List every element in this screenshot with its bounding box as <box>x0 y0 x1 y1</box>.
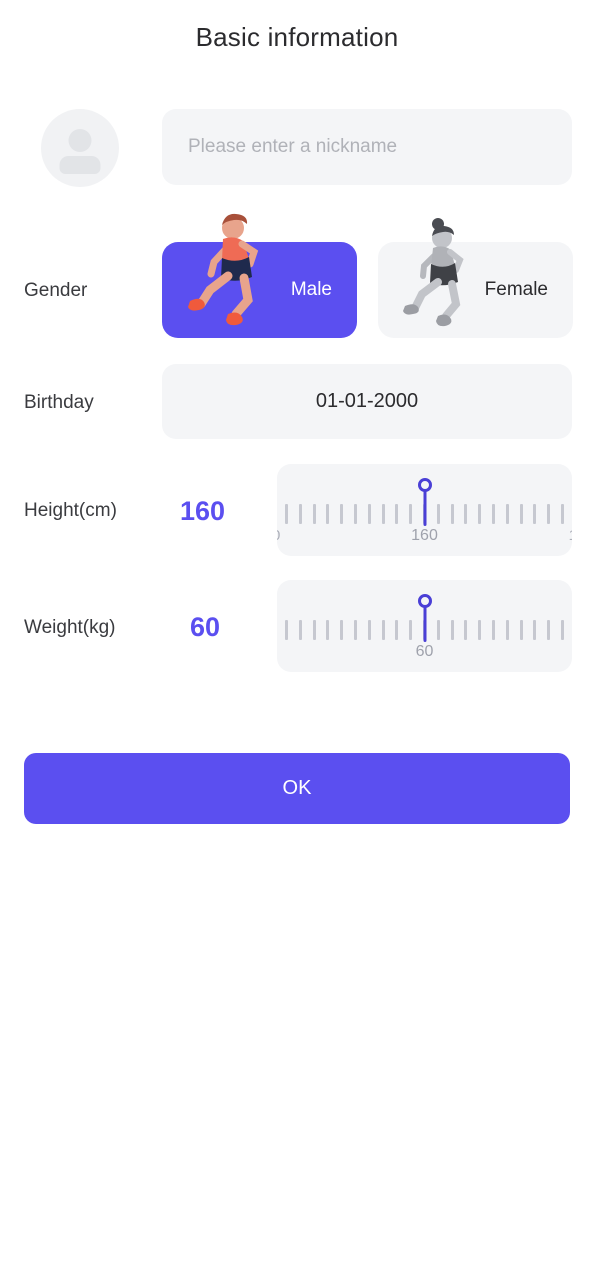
basic-information-screen: Basic information Gender <box>0 0 594 1280</box>
height-label: Height(cm) <box>24 500 117 521</box>
person-avatar-icon-body <box>59 156 101 174</box>
avatar[interactable] <box>41 109 119 187</box>
weight-ruler[interactable]: ) 60 <box>277 580 572 672</box>
weight-label: Weight(kg) <box>24 617 116 638</box>
weight-ruler-center-label: 60 <box>415 643 434 660</box>
height-ruler[interactable]: 0 1 160 <box>277 464 572 556</box>
gender-option-male[interactable]: Male <box>162 213 357 338</box>
height-ruler-pin-handle <box>417 478 432 492</box>
ok-button[interactable]: OK <box>24 753 570 824</box>
height-ruler-right-label: 1 <box>569 527 572 544</box>
weight-value: 60 <box>190 612 221 642</box>
height-value: 160 <box>180 496 226 526</box>
gender-option-female[interactable]: Female <box>378 218 573 338</box>
gender-option-male-label: Male <box>290 279 332 300</box>
running-man-icon <box>188 213 259 326</box>
person-avatar-icon-head <box>68 129 92 152</box>
birthday-value: 01-01-2000 <box>315 390 419 412</box>
weight-ruler-pin-handle <box>417 594 432 608</box>
birthday-field[interactable]: 01-01-2000 <box>162 364 572 439</box>
page-title: Basic information <box>195 22 399 52</box>
running-woman-icon <box>403 218 464 327</box>
gender-label: Gender <box>24 280 88 301</box>
birthday-label: Birthday <box>24 392 94 413</box>
height-ruler-center-label: 160 <box>411 527 438 544</box>
nickname-input[interactable] <box>162 109 572 185</box>
height-ruler-left-label: 0 <box>277 527 280 544</box>
weight-ruler-pin-stem <box>423 605 426 642</box>
gender-option-female-label: Female <box>484 279 548 300</box>
height-ruler-pin-stem <box>423 489 426 526</box>
